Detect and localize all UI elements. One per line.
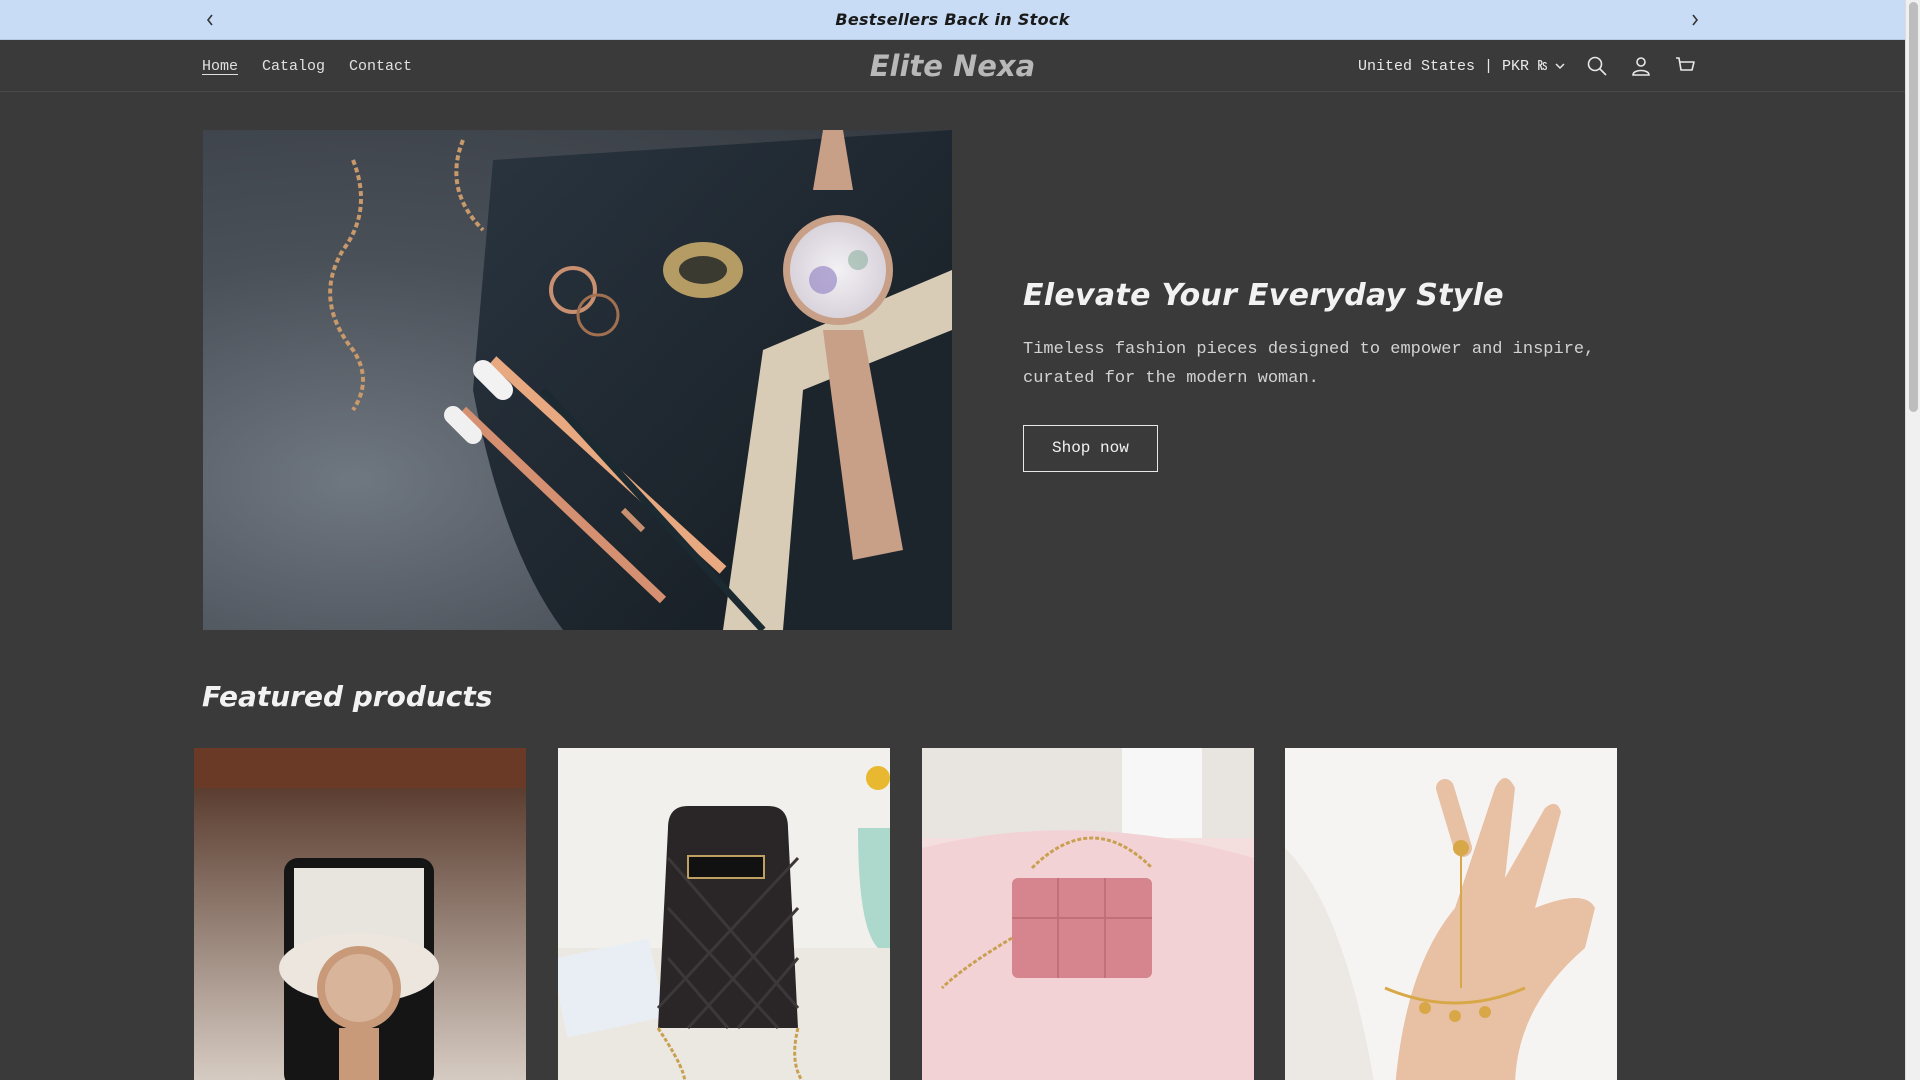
nav-contact[interactable]: Contact — [349, 58, 412, 75]
product-image-pink-bag — [922, 748, 1254, 1080]
cart-button[interactable] — [1672, 53, 1698, 79]
brand-logo[interactable]: Elite Nexa — [870, 49, 1036, 83]
account-button[interactable] — [1628, 53, 1654, 79]
product-card-watch[interactable] — [194, 748, 526, 1080]
search-icon — [1587, 56, 1607, 76]
product-image-watch — [194, 748, 526, 1080]
nav-catalog[interactable]: Catalog — [262, 58, 325, 75]
product-card-pink-bag[interactable] — [922, 748, 1254, 1080]
search-button[interactable] — [1584, 53, 1610, 79]
locale-selector[interactable]: United States | PKR ₨ — [1358, 40, 1565, 92]
main-nav: Home Catalog Contact — [202, 40, 436, 92]
account-icon — [1632, 57, 1650, 76]
nav-home[interactable]: Home — [202, 58, 238, 75]
cart-icon — [1676, 57, 1695, 71]
product-image-hand-chain — [1285, 748, 1617, 1080]
chevron-right-icon — [1692, 14, 1699, 26]
product-image-black-bag — [558, 748, 890, 1080]
announcement-text[interactable]: Bestsellers Back in Stock — [0, 0, 1905, 40]
page-scrollbar[interactable] — [1905, 0, 1920, 1080]
locale-label: United States | PKR ₨ — [1358, 57, 1548, 75]
site-header: Elite Nexa Home Catalog Contact United S… — [0, 40, 1905, 92]
hero-content: Elevate Your Everyday Style Timeless fas… — [1023, 278, 1643, 472]
hero-description-line-1: Timeless fashion pieces designed to empo… — [1023, 340, 1595, 359]
chevron-down-icon — [1555, 62, 1565, 70]
hero-description: Timeless fashion pieces designed to empo… — [1023, 335, 1643, 393]
shop-now-button[interactable]: Shop now — [1023, 425, 1158, 472]
hero-title: Elevate Your Everyday Style — [1023, 278, 1504, 313]
scrollbar-thumb[interactable] — [1909, 2, 1918, 412]
product-card-hand-chain[interactable] — [1285, 748, 1617, 1080]
featured-products-title: Featured products — [202, 680, 493, 713]
hero-description-line-2: curated for the modern woman. — [1023, 369, 1319, 388]
announcement-next-button[interactable] — [1683, 8, 1707, 32]
announcement-bar: Bestsellers Back in Stock — [0, 0, 1905, 40]
product-card-black-bag[interactable] — [558, 748, 890, 1080]
hero-image — [203, 130, 952, 630]
